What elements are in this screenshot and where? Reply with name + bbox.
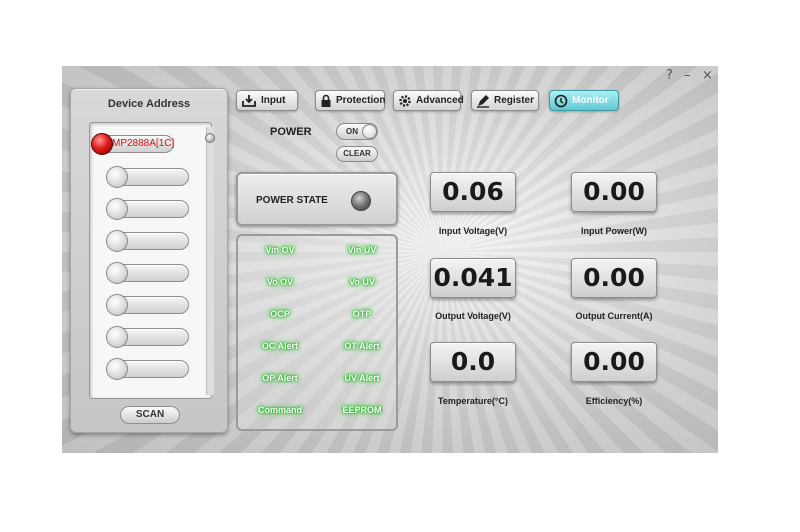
help-icon[interactable]: ? xyxy=(666,68,673,83)
device-address-panel: Device Address MP2888A[1C] SCAN xyxy=(70,88,228,433)
minimize-icon[interactable]: – xyxy=(684,68,691,83)
close-icon[interactable]: × xyxy=(702,68,713,83)
alert-indicator: OCP xyxy=(270,309,290,319)
device-slot[interactable] xyxy=(106,166,189,188)
output-voltage-value: 0.041 xyxy=(430,258,516,298)
scan-button[interactable]: SCAN xyxy=(120,406,180,424)
tab-input-label: Input xyxy=(261,95,286,106)
tab-advanced-label: Advanced xyxy=(416,95,464,106)
device-address-title: Device Address xyxy=(107,98,191,110)
device-slot[interactable] xyxy=(106,198,189,220)
input-power-label: Input Power(W) xyxy=(581,226,647,236)
alert-indicator: OC Alert xyxy=(261,341,299,351)
power-toggle-label: ON xyxy=(346,127,358,136)
tab-protection-label: Protection xyxy=(336,95,386,106)
alerts-panel: Vin OV Vin UV Vo OV Vo UV OCP OTP OC Alert OT A… xyxy=(236,234,398,431)
tab-advanced[interactable]: Advanced xyxy=(393,90,464,111)
device-led-icon xyxy=(106,198,128,220)
output-voltage-label: Output Voltage(V) xyxy=(435,311,511,321)
power-label: POWER xyxy=(270,126,312,138)
tab-register[interactable]: Register xyxy=(471,90,539,111)
device-led-icon xyxy=(106,166,128,188)
power-state-panel: POWER STATE xyxy=(236,172,398,226)
output-current-label: Output Current(A) xyxy=(575,311,653,321)
device-led-icon xyxy=(106,262,128,284)
alert-indicator: OT Alert xyxy=(344,341,380,351)
device-slot[interactable]: MP2888A[1C] xyxy=(91,133,175,155)
alert-indicator: Vo UV xyxy=(349,277,375,287)
power-toggle[interactable]: ON xyxy=(336,123,378,140)
device-list: MP2888A[1C] xyxy=(89,122,215,399)
gear-icon xyxy=(399,94,411,107)
device-slot[interactable] xyxy=(106,358,189,380)
tab-protection[interactable]: Protection xyxy=(315,90,385,111)
efficiency-label: Efficiency(%) xyxy=(585,396,643,406)
alert-indicator: OTP xyxy=(352,309,372,319)
alert-indicator: Command xyxy=(257,405,303,415)
scrollbar-knob-icon[interactable] xyxy=(205,133,215,143)
tab-input[interactable]: Input xyxy=(236,90,298,111)
power-state-label: POWER STATE xyxy=(256,195,328,206)
tab-monitor-label: Monitor xyxy=(572,95,609,106)
device-led-icon xyxy=(106,358,128,380)
alert-indicator: Vin UV xyxy=(347,245,377,255)
alert-indicator: EEPROM xyxy=(342,405,382,415)
alert-indicator: OP Alert xyxy=(262,373,298,383)
device-slot[interactable] xyxy=(106,262,189,284)
device-slot[interactable] xyxy=(106,326,189,348)
device-led-icon xyxy=(106,294,128,316)
efficiency-value: 0.00 xyxy=(571,342,657,382)
clock-icon xyxy=(554,94,568,107)
device-led-active-icon xyxy=(91,133,113,155)
toggle-knob-icon xyxy=(362,124,377,139)
input-voltage-label: Input Voltage(V) xyxy=(438,226,508,236)
device-led-icon xyxy=(106,230,128,252)
output-current-value: 0.00 xyxy=(571,258,657,298)
input-voltage-value: 0.06 xyxy=(430,172,516,212)
pen-icon xyxy=(477,94,489,108)
power-state-led-icon xyxy=(351,191,371,211)
alert-indicator: UV Alert xyxy=(344,373,380,383)
device-slot[interactable] xyxy=(106,230,189,252)
device-led-icon xyxy=(106,326,128,348)
device-slot-label: MP2888A[1C] xyxy=(112,138,175,149)
alert-indicator: Vin OV xyxy=(265,245,295,255)
alert-indicator: Vo OV xyxy=(266,277,294,287)
main-window: ? – × Device Address MP2888A[1C] SCAN In… xyxy=(62,66,718,453)
tab-register-label: Register xyxy=(494,95,535,106)
device-slot[interactable] xyxy=(106,294,189,316)
input-power-value: 0.00 xyxy=(571,172,657,212)
device-list-scrollbar[interactable] xyxy=(206,127,214,395)
clear-button[interactable]: CLEAR xyxy=(336,146,378,162)
input-icon xyxy=(242,94,256,107)
lock-icon xyxy=(321,94,331,107)
temperature-label: Temperature(°C) xyxy=(438,396,508,406)
temperature-value: 0.0 xyxy=(430,342,516,382)
tab-monitor[interactable]: Monitor xyxy=(549,90,619,111)
